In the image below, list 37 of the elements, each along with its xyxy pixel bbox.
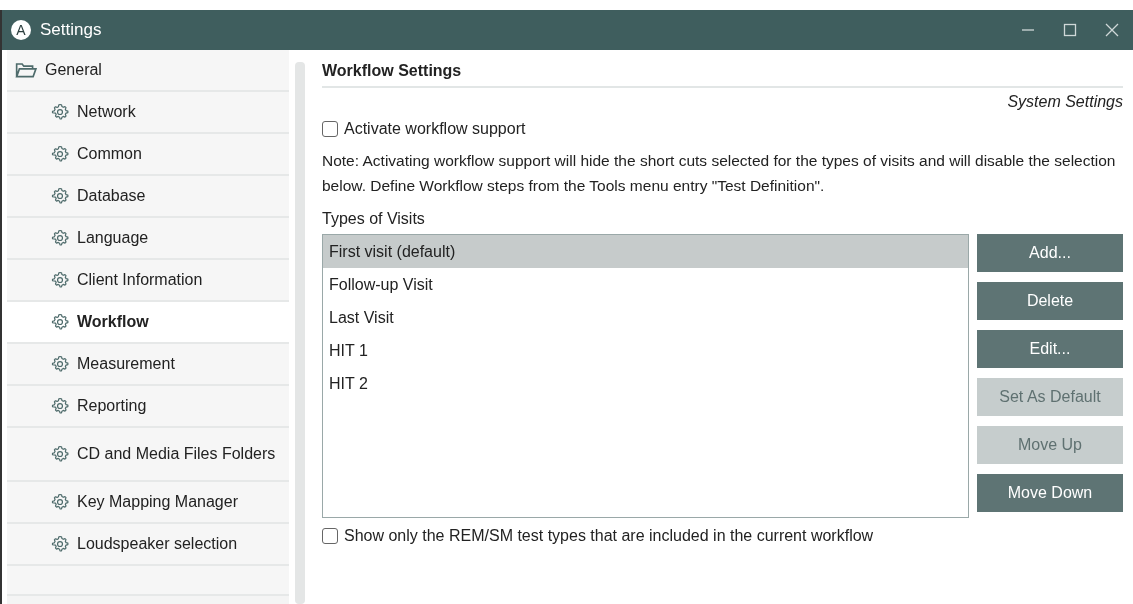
gear-icon [51, 187, 69, 205]
list-item[interactable]: Last Visit [323, 301, 968, 334]
gear-icon [51, 397, 69, 415]
list-item[interactable]: First visit (default) [323, 235, 968, 268]
close-icon[interactable] [1104, 22, 1120, 38]
action-button[interactable]: Add... [977, 234, 1123, 272]
filter-checkbox[interactable]: Show only the REM/SM test types that are included in the current workflow [322, 527, 1123, 545]
section-heading: Workflow Settings [322, 62, 1123, 88]
checkbox-label: Show only the REM/SM test types that are included in the current workflow [344, 527, 874, 545]
maximize-icon[interactable] [1062, 22, 1078, 38]
list-item[interactable]: HIT 2 [323, 367, 968, 400]
gear-icon [51, 493, 69, 511]
checkbox[interactable] [322, 528, 338, 544]
gear-icon [51, 445, 69, 463]
scope-label: System Settings [1007, 93, 1123, 111]
gear-icon [51, 145, 69, 163]
action-button[interactable]: Edit... [977, 330, 1123, 368]
gear-icon [51, 229, 69, 247]
list-item[interactable]: Follow-up Visit [323, 268, 968, 301]
gear-icon [51, 535, 69, 553]
list-item[interactable]: HIT 1 [323, 334, 968, 367]
gear-icon [51, 355, 69, 373]
activate-checkbox[interactable]: Activate workflow support [322, 120, 1123, 138]
checkbox[interactable] [322, 121, 338, 137]
gear-icon [51, 271, 69, 289]
gear-icon [51, 103, 69, 121]
visits-list[interactable]: First visit (default) Follow-up Visit Last Visit HIT 1 HIT 2 [322, 234, 969, 518]
checkbox-label: Activate workflow support [344, 120, 526, 138]
action-button[interactable]: Move Down [977, 474, 1123, 512]
window-title: Settings [40, 20, 102, 40]
action-button[interactable]: Delete [977, 282, 1123, 320]
gear-icon [51, 313, 69, 331]
scrollbar[interactable] [295, 62, 305, 604]
sidebar-item[interactable]: Workflow [7, 302, 290, 344]
note-text: Note: Activating workflow support will hide the short cuts selected for the types of visits and will disable the selection below. Define Workflow steps from the Tools menu entry "Test Definition". [322, 151, 1117, 196]
app-logo: A [11, 20, 31, 40]
list-label: Types of Visits [322, 210, 426, 228]
